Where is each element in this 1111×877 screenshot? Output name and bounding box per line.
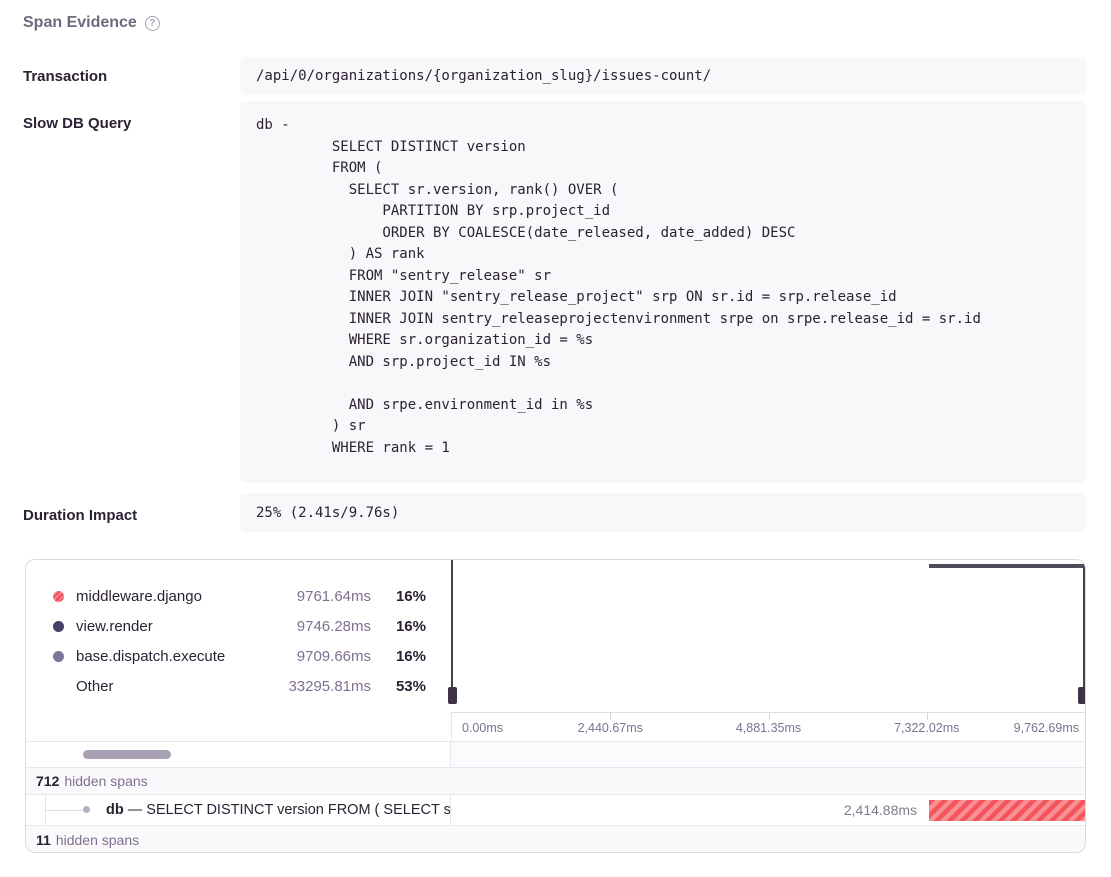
minimap-window-right[interactable] [1083, 560, 1085, 704]
span-op-breakdown: middleware.django 9761.64ms 16% view.ren… [26, 560, 451, 741]
legend-dot-icon [53, 591, 64, 602]
span-row-description-cell: db — SELECT DISTINCT version FROM ( SELE… [26, 795, 451, 825]
legend-dot-icon [53, 621, 64, 632]
axis-label: 9,762.69ms [1014, 721, 1079, 735]
slow-db-query-box: db - SELECT DISTINCT version FROM ( SELE… [240, 101, 1087, 483]
section-header: Span Evidence ? [23, 14, 160, 32]
time-axis: 0.00ms 2,440.67ms 4,881.35ms 7,322.02ms … [451, 712, 1085, 741]
span-row-duration-cell: 2,414.88ms [451, 795, 1085, 825]
span-row-db[interactable]: db — SELECT DISTINCT version FROM ( SELE… [26, 794, 1085, 825]
tree-connector-horizontal [45, 810, 87, 811]
span-minimap[interactable]: 0.00ms 2,440.67ms 4,881.35ms 7,322.02ms … [451, 560, 1085, 741]
span-tree-card: middleware.django 9761.64ms 16% view.ren… [25, 559, 1086, 853]
legend-item-view-render: view.render 9746.28ms 16% [26, 611, 451, 641]
span-description: — SELECT DISTINCT version FROM ( SELECT … [128, 802, 451, 818]
slow-db-query-sql: db - SELECT DISTINCT version FROM ( SELE… [240, 101, 1087, 473]
legend-item-base-dispatch-execute: base.dispatch.execute 9709.66ms 16% [26, 641, 451, 671]
scrollbar-row-right [451, 742, 1085, 767]
minimap-span-bar [929, 564, 1085, 568]
tree-node-dot-icon [83, 806, 90, 813]
transaction-value: /api/0/organizations/{organization_slug}… [256, 68, 711, 84]
duration-impact-label: Duration Impact [23, 507, 137, 524]
question-mark-icon[interactable]: ? [145, 16, 160, 31]
axis-label: 0.00ms [462, 721, 503, 735]
axis-tick [610, 713, 611, 720]
span-duration-label: 2,414.88ms [844, 795, 917, 825]
transaction-label: Transaction [23, 68, 107, 85]
axis-label: 2,440.67ms [578, 721, 643, 735]
section-title: Span Evidence [23, 14, 137, 32]
transaction-value-box: /api/0/organizations/{organization_slug}… [240, 57, 1087, 95]
axis-label: 7,322.02ms [894, 721, 959, 735]
scrollbar-track[interactable] [26, 742, 451, 767]
legend-item-middleware-django: middleware.django 9761.64ms 16% [26, 581, 451, 611]
scrollbar-thumb[interactable] [83, 750, 171, 759]
span-duration-bar [929, 800, 1085, 821]
horizontal-scrollbar-row [26, 741, 1085, 767]
minimap-right-handle[interactable] [1078, 687, 1086, 704]
legend-item-other: Other 33295.81ms 53% [26, 671, 451, 701]
legend-dot-icon [53, 651, 64, 662]
minimap-window-left[interactable] [451, 560, 453, 704]
hidden-spans-below: 11 hidden spans [26, 825, 1085, 853]
span-evidence-panel: Span Evidence ? Transaction /api/0/organ… [0, 0, 1111, 877]
axis-tick [769, 713, 770, 720]
span-op: db [106, 802, 124, 818]
axis-label: 4,881.35ms [736, 721, 801, 735]
axis-tick [927, 713, 928, 720]
slow-db-query-label: Slow DB Query [23, 115, 131, 132]
duration-impact-value: 25% (2.41s/9.76s) [256, 505, 399, 521]
duration-impact-box: 25% (2.41s/9.76s) [240, 493, 1087, 532]
minimap-left-handle[interactable] [448, 687, 457, 704]
hidden-spans-above: 712 hidden spans [26, 767, 1085, 794]
legend-dot-placeholder [53, 681, 64, 692]
